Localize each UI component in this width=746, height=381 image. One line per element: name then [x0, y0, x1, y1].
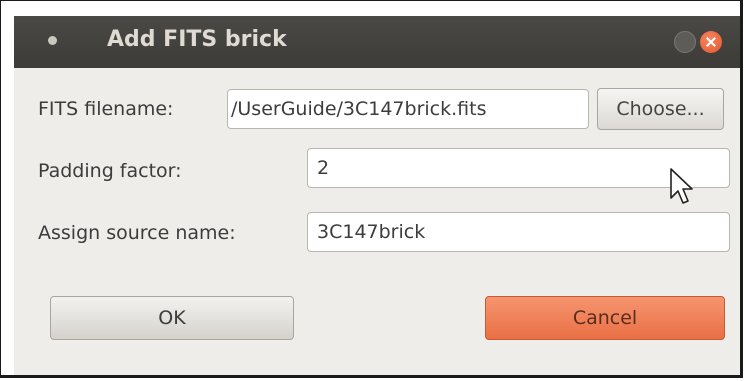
maximize-icon[interactable] [674, 31, 696, 53]
window-menu-icon[interactable] [48, 36, 57, 45]
dialog-title: Add FITS brick [107, 27, 287, 52]
filename-field[interactable]: /UserGuide/3C147brick.fits [227, 89, 589, 129]
dialog-body: FITS filename: /UserGuide/3C147brick.fit… [14, 68, 740, 375]
filename-label: FITS filename: [38, 98, 174, 120]
choose-button[interactable]: Choose... [597, 88, 724, 130]
cancel-button[interactable]: Cancel [485, 296, 725, 340]
close-icon[interactable] [700, 31, 722, 53]
dialog-titlebar[interactable]: Add FITS brick [14, 16, 740, 68]
padding-label: Padding factor: [38, 160, 182, 182]
ok-button[interactable]: OK [50, 296, 294, 340]
source-name-label: Assign source name: [38, 222, 236, 244]
mouse-pointer-icon [670, 168, 693, 204]
source-name-field[interactable]: 3C147brick [307, 212, 730, 252]
padding-field[interactable]: 2 [307, 148, 730, 188]
